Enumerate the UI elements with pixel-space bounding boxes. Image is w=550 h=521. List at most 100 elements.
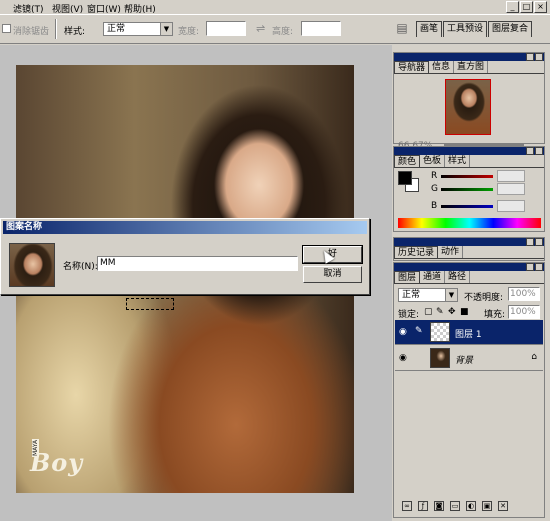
selection-marquee xyxy=(126,298,174,310)
opacity-label: 不透明度: xyxy=(464,293,504,303)
tab-channels[interactable]: 通道 xyxy=(420,271,446,283)
style-label: 样式: xyxy=(64,27,86,37)
pattern-name-dialog: 图案名称 名称(N): MM 好 取消 xyxy=(0,218,370,295)
menu-window[interactable]: 窗口(W) xyxy=(87,2,121,15)
well-tab-layer-comps[interactable]: 图层复合 xyxy=(488,21,533,37)
history-tabs: 历史记录 动作 xyxy=(394,246,544,259)
brush-icon: ✎ xyxy=(415,326,423,336)
channel-r-slider[interactable] xyxy=(441,175,493,178)
anti-alias-label: 消除锯齿 xyxy=(13,27,50,37)
chevron-down-icon: ▼ xyxy=(445,289,457,301)
channel-b-label: B xyxy=(431,201,438,211)
eye-icon[interactable]: ◉ xyxy=(399,327,407,337)
folder-icon[interactable]: ▭ xyxy=(450,501,460,511)
lock-paint-icon[interactable]: ✎ xyxy=(436,307,444,317)
close-icon[interactable] xyxy=(535,147,543,155)
blend-mode-select[interactable]: 正常 ▼ xyxy=(398,288,458,302)
anti-alias-checkbox[interactable] xyxy=(2,24,11,33)
name-input[interactable]: MM xyxy=(97,256,298,271)
name-label: 名称(N): xyxy=(63,262,98,272)
minimize-icon[interactable] xyxy=(526,238,534,246)
panel-titlebar xyxy=(394,238,544,246)
eye-icon[interactable]: ◉ xyxy=(399,353,407,363)
panel-titlebar xyxy=(394,53,544,61)
swap-icon[interactable]: ⇌ xyxy=(256,22,265,35)
restore-icon[interactable]: □ xyxy=(520,1,533,13)
lock-move-icon[interactable]: ✥ xyxy=(448,307,456,317)
cancel-button[interactable]: 取消 xyxy=(303,266,362,283)
minimize-icon[interactable] xyxy=(526,53,534,61)
color-ramp[interactable] xyxy=(398,218,541,228)
file-browser-icon[interactable]: ▤ xyxy=(394,21,410,37)
layers-tabs: 图层 通道 路径 xyxy=(394,271,544,284)
lock-transparency-icon[interactable]: ▢ xyxy=(424,307,433,317)
tab-paths[interactable]: 路径 xyxy=(445,271,471,283)
channel-g-label: G xyxy=(431,184,438,194)
minimize-icon[interactable]: _ xyxy=(506,1,519,13)
layer-name: 背景 xyxy=(455,356,474,366)
adjustment-layer-icon[interactable]: ◐ xyxy=(466,501,476,511)
logo-tag: MAYA xyxy=(32,438,39,457)
layer-row[interactable]: ◉ ✎ 图层 1 xyxy=(395,320,543,345)
layer-thumbnail xyxy=(430,348,450,368)
layer-style-icon[interactable]: ƒ xyxy=(418,501,428,511)
ok-button[interactable]: 好 xyxy=(302,245,363,264)
tab-styles[interactable]: 样式 xyxy=(445,155,471,167)
panel-titlebar xyxy=(394,263,544,271)
menu-help[interactable]: 帮助(H) xyxy=(124,2,156,15)
tab-histogram[interactable]: 直方图 xyxy=(454,61,489,73)
tab-history[interactable]: 历史记录 xyxy=(394,246,439,258)
new-layer-icon[interactable]: ▣ xyxy=(482,501,492,511)
lock-icon: ⌂ xyxy=(531,352,537,362)
minimize-icon[interactable] xyxy=(526,147,534,155)
tab-info[interactable]: 信息 xyxy=(429,61,455,73)
close-icon[interactable] xyxy=(535,238,543,246)
minimize-icon[interactable] xyxy=(526,263,534,271)
lock-all-icon[interactable]: ■ xyxy=(460,307,469,317)
menu-filter[interactable]: 滤镜(T) xyxy=(13,2,44,15)
menu-view[interactable]: 视图(V) xyxy=(52,2,83,15)
color-tabs: 颜色 色板 样式 xyxy=(394,155,544,168)
tab-layers[interactable]: 图层 xyxy=(394,271,421,283)
foreground-color-swatch[interactable] xyxy=(398,171,412,185)
dialog-title: 图案名称 xyxy=(3,221,367,234)
color-panel: 颜色 色板 样式 R G B xyxy=(393,146,545,232)
layers-panel: 图层 通道 路径 正常 ▼ 不透明度: 100% 锁定: ▢ ✎ ✥ ■ 填充:… xyxy=(393,262,545,518)
close-icon[interactable]: × xyxy=(534,1,547,13)
width-input[interactable] xyxy=(206,21,246,36)
navigator-preview[interactable] xyxy=(445,79,491,135)
layer-thumbnail xyxy=(430,322,450,342)
fill-input[interactable]: 100% xyxy=(508,305,540,319)
tab-color[interactable]: 颜色 xyxy=(394,155,421,167)
close-icon[interactable] xyxy=(535,53,543,61)
height-input[interactable] xyxy=(301,21,341,36)
channel-b-value[interactable] xyxy=(497,200,525,212)
well-tab-brushes[interactable]: 画笔 xyxy=(416,21,443,37)
navigator-panel: 导航器 信息 直方图 66.67% xyxy=(393,52,545,151)
navigator-tabs: 导航器 信息 直方图 xyxy=(394,61,544,74)
channel-b-slider[interactable] xyxy=(441,205,493,208)
channel-r-value[interactable] xyxy=(497,170,525,182)
style-select[interactable]: 正常 ▼ xyxy=(103,22,173,36)
well-tab-tool-presets[interactable]: 工具预设 xyxy=(443,21,488,37)
tab-actions[interactable]: 动作 xyxy=(438,246,464,258)
history-panel: 历史记录 动作 xyxy=(393,237,545,261)
close-icon[interactable] xyxy=(535,263,543,271)
layer-name: 图层 1 xyxy=(455,330,482,340)
channel-g-value[interactable] xyxy=(497,183,525,195)
tab-navigator[interactable]: 导航器 xyxy=(394,61,430,73)
tab-swatches[interactable]: 色板 xyxy=(420,155,446,167)
link-icon[interactable]: ∞ xyxy=(402,501,412,511)
channel-r-label: R xyxy=(431,171,438,181)
opacity-input[interactable]: 100% xyxy=(508,287,540,301)
options-separator xyxy=(55,19,57,39)
palette-well: 画笔 工具预设 图层复合 xyxy=(416,21,533,37)
mask-icon[interactable]: ◙ xyxy=(434,501,444,511)
style-select-value: 正常 xyxy=(107,24,126,34)
height-label: 高度: xyxy=(272,27,294,37)
trash-icon[interactable]: ✕ xyxy=(498,501,508,511)
chevron-down-icon: ▼ xyxy=(160,23,172,35)
pattern-thumbnail xyxy=(9,243,55,287)
channel-g-slider[interactable] xyxy=(441,188,493,191)
layer-row[interactable]: ◉ 背景 ⌂ xyxy=(395,346,543,371)
